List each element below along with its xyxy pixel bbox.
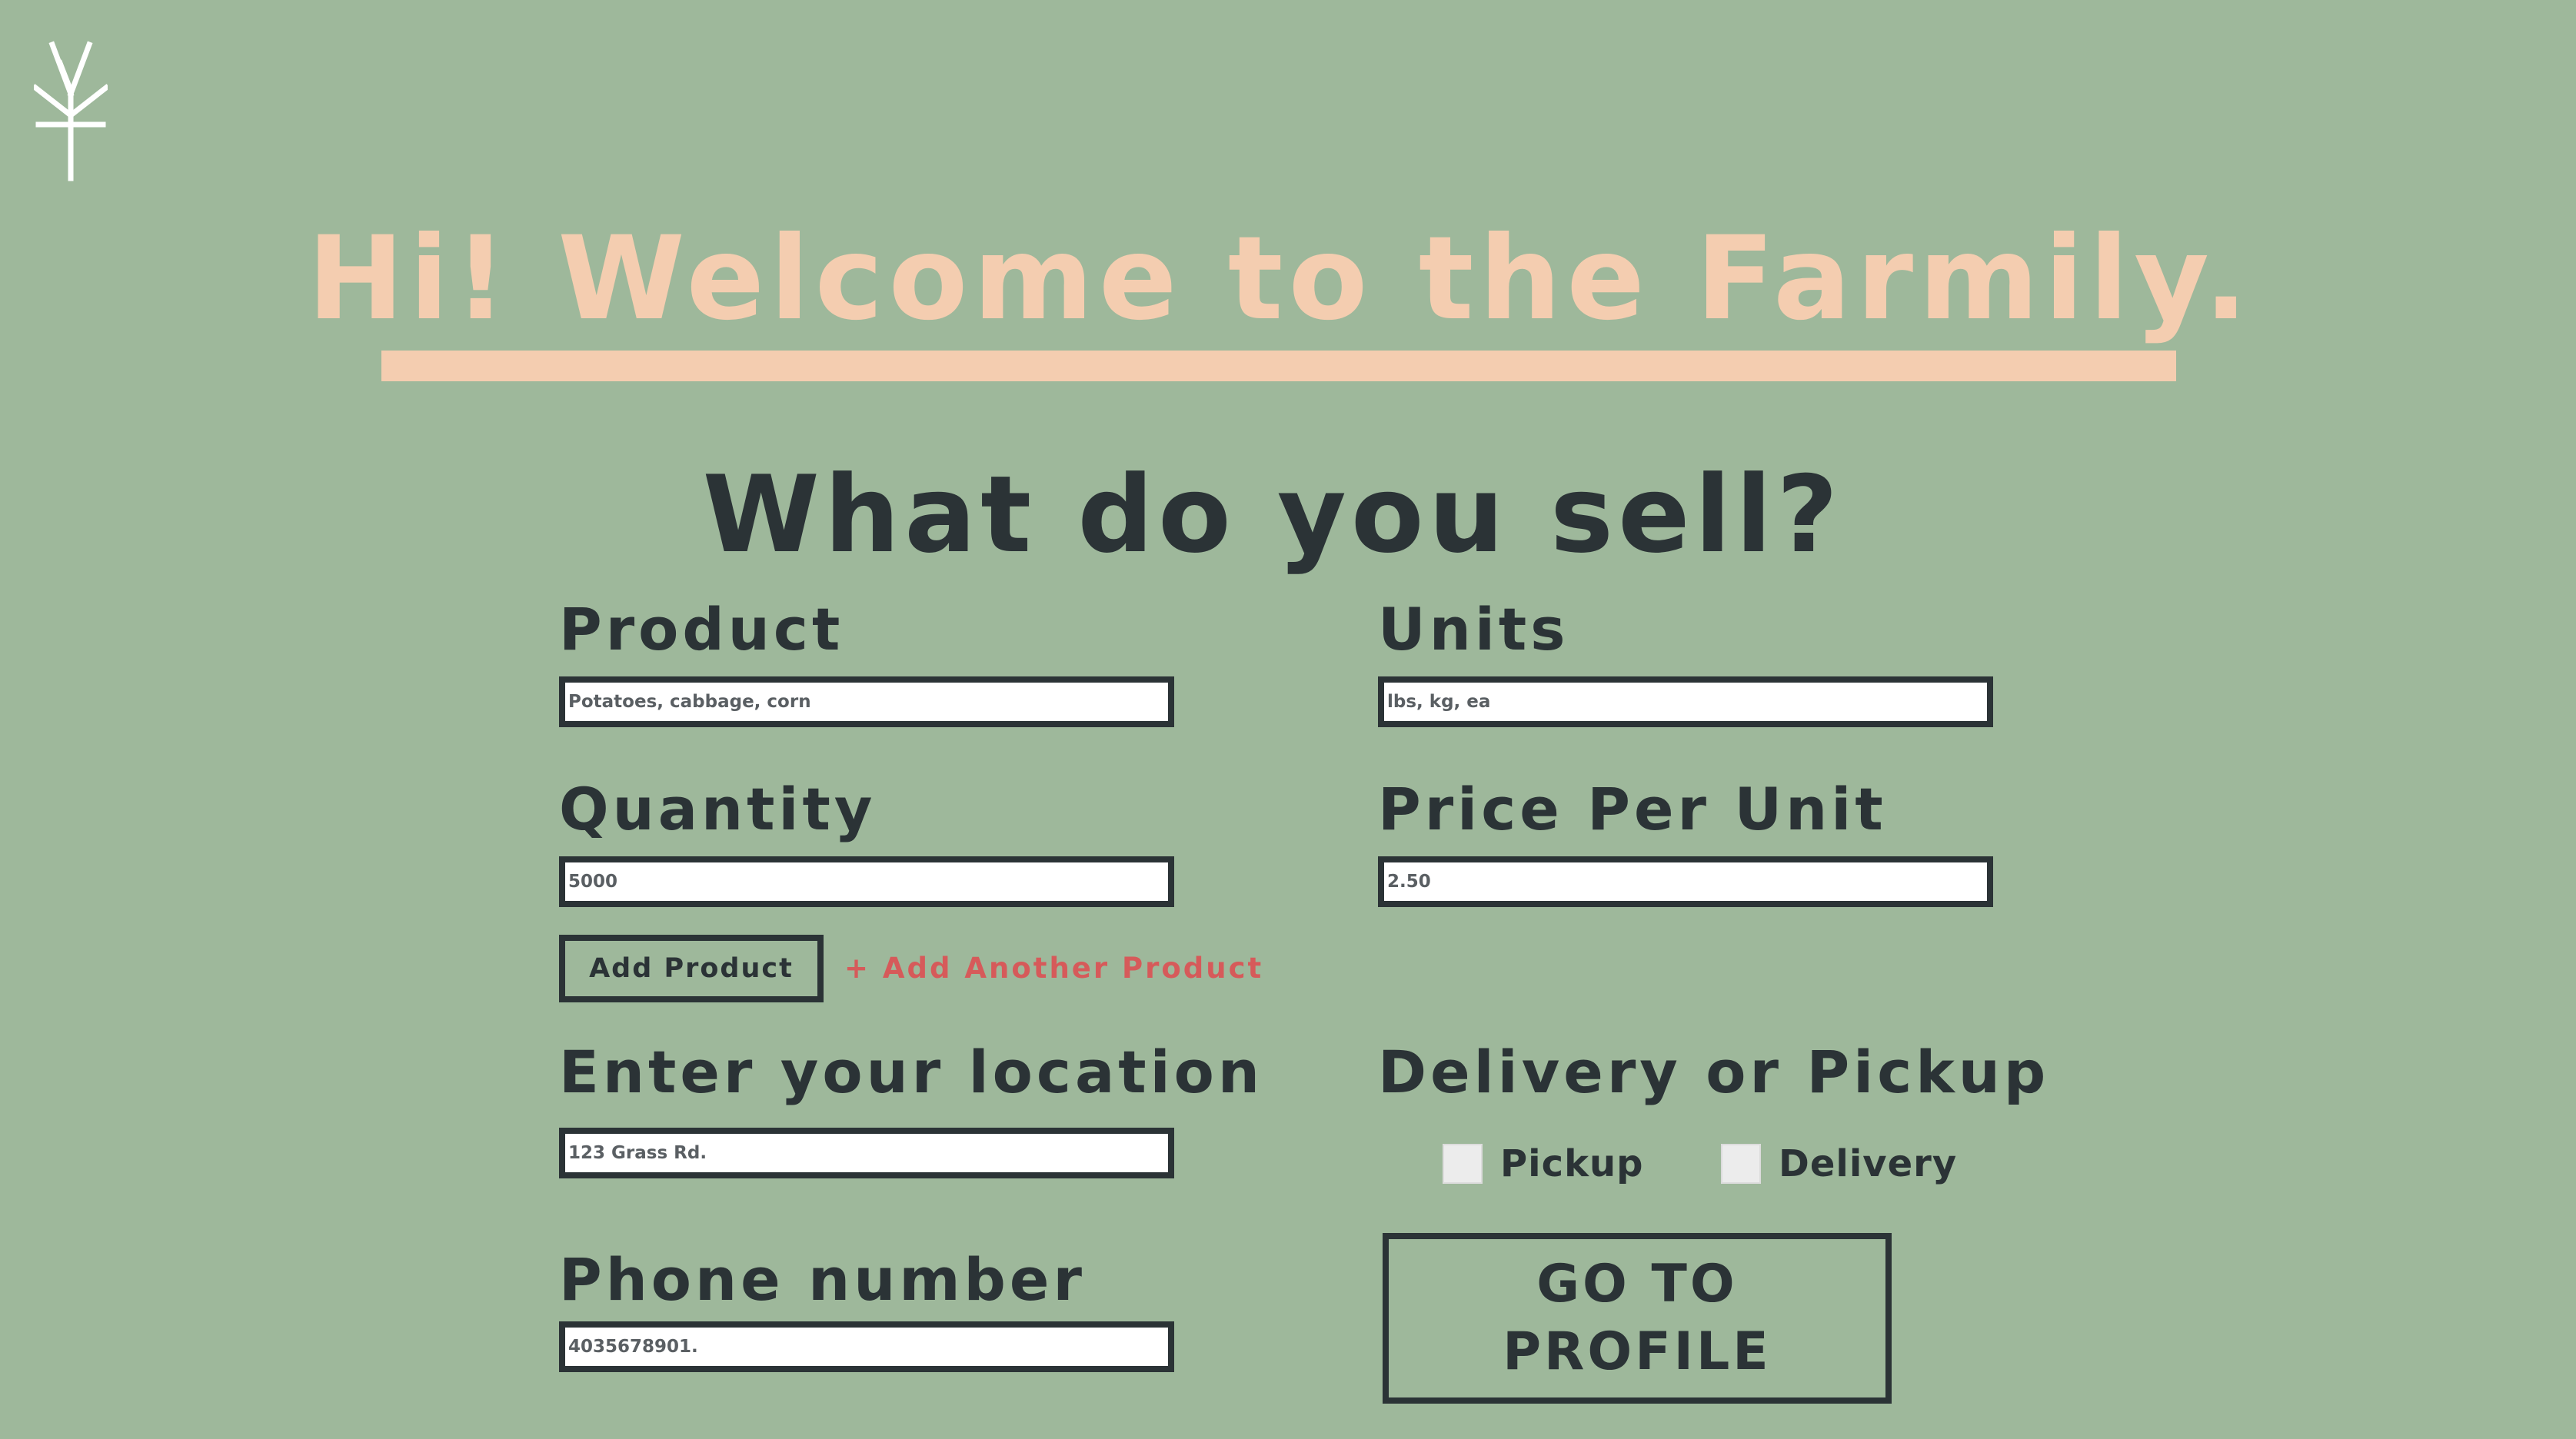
go-to-profile-button[interactable]: GO TO PROFILE [1383,1233,1892,1404]
delivery-checkbox[interactable] [1721,1144,1761,1184]
delivery-option-label[interactable]: Delivery [1779,1141,1957,1187]
welcome-title: Hi! Welcome to the Farmily. [307,212,2254,346]
quantity-input[interactable]: 5000 [559,856,1174,907]
product-input-placeholder: Potatoes, cabbage, corn [568,692,811,712]
location-input-placeholder: 123 Grass Rd. [568,1143,707,1163]
units-input-placeholder: lbs, kg, ea [1387,692,1491,712]
phone-input-placeholder: 4035678901. [568,1337,698,1357]
location-input[interactable]: 123 Grass Rd. [559,1128,1174,1178]
delivery-or-pickup-label: Delivery or Pickup [1378,1038,2050,1106]
go-to-profile-line2: PROFILE [1503,1321,1772,1382]
quantity-input-placeholder: 5000 [568,872,618,892]
units-label: Units [1378,595,1569,663]
page-question: What do you sell? [702,453,1843,577]
product-label: Product [559,595,844,663]
price-per-unit-label: Price Per Unit [1378,775,1887,843]
go-to-profile-line1: GO TO [1536,1254,1738,1314]
add-another-product-link[interactable]: + Add Another Product [844,950,1263,987]
price-per-unit-input[interactable]: 2.50 [1378,856,1993,907]
pickup-option-label[interactable]: Pickup [1500,1141,1644,1187]
welcome-underline [381,351,2176,381]
price-input-placeholder: 2.50 [1387,872,1431,892]
pickup-checkbox[interactable] [1443,1144,1483,1184]
units-input[interactable]: lbs, kg, ea [1378,676,1993,727]
quantity-label: Quantity [559,775,877,843]
add-product-button[interactable]: Add Product [559,935,824,1002]
phone-number-label: Phone number [559,1245,1086,1314]
location-label: Enter your location [559,1038,1263,1106]
phone-number-input[interactable]: 4035678901. [559,1321,1174,1372]
product-input[interactable]: Potatoes, cabbage, corn [559,676,1174,727]
farm-sprout-logo-icon [34,41,108,181]
